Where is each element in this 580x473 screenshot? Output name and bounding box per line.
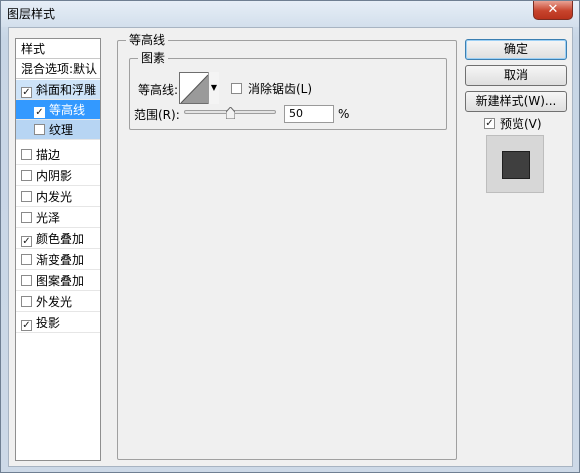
- checkbox-inner-glow[interactable]: [21, 191, 32, 202]
- checkbox-gradient-overlay[interactable]: [21, 254, 32, 265]
- cancel-button[interactable]: 取消: [465, 65, 567, 86]
- preview-thumbnail: [486, 135, 544, 193]
- style-item-satin[interactable]: 光泽: [16, 208, 100, 228]
- checkbox-texture[interactable]: [34, 124, 45, 135]
- preview-swatch: [502, 151, 530, 179]
- contour-label: 等高线:: [138, 83, 179, 97]
- range-label: 范围(R):: [134, 108, 180, 122]
- ok-button[interactable]: 确定: [465, 39, 567, 60]
- blend-options-item[interactable]: 混合选项:默认: [16, 59, 100, 79]
- checkbox-contour[interactable]: ✓: [34, 107, 45, 118]
- checkbox-inner-shadow[interactable]: [21, 170, 32, 181]
- antialias-label: 消除锯齿(L): [248, 82, 313, 96]
- contour-dropdown-button[interactable]: ▼: [208, 72, 219, 104]
- antialias-checkbox[interactable]: [231, 83, 242, 94]
- style-item-inner-glow[interactable]: 内发光: [16, 187, 100, 207]
- style-item-color-overlay[interactable]: ✓ 颜色叠加: [16, 229, 100, 249]
- dropdown-arrow-icon: ▼: [210, 83, 218, 92]
- elements-group-title: 图素: [138, 51, 169, 65]
- style-item-texture[interactable]: 纹理: [16, 120, 100, 140]
- preview-checkbox[interactable]: ✓: [484, 118, 495, 129]
- title-bar: 图层样式 ✕: [1, 1, 579, 27]
- style-item-stroke[interactable]: 描边: [16, 145, 100, 165]
- range-slider-thumb[interactable]: [225, 107, 235, 119]
- style-item-bevel-emboss[interactable]: ✓ 斜面和浮雕: [16, 80, 100, 100]
- style-item-contour[interactable]: ✓ 等高线: [16, 100, 100, 120]
- contour-group-title: 等高线: [126, 33, 169, 47]
- checkbox-color-overlay[interactable]: ✓: [21, 236, 32, 247]
- checkbox-drop-shadow[interactable]: ✓: [21, 320, 32, 331]
- style-item-inner-shadow[interactable]: 内阴影: [16, 166, 100, 186]
- checkbox-outer-glow[interactable]: [21, 296, 32, 307]
- window-title: 图层样式: [7, 7, 56, 21]
- styles-list: 样式 混合选项:默认 ✓ 斜面和浮雕 ✓ 等高线 纹理 描边 内阴影 内发光 光…: [15, 38, 101, 461]
- range-input[interactable]: 50: [284, 105, 334, 123]
- checkbox-satin[interactable]: [21, 212, 32, 223]
- close-icon: ✕: [547, 2, 559, 17]
- preview-label: 预览(V): [500, 117, 542, 131]
- style-item-outer-glow[interactable]: 外发光: [16, 292, 100, 312]
- new-style-button[interactable]: 新建样式(W)...: [465, 91, 567, 112]
- range-unit: %: [338, 107, 350, 121]
- checkbox-pattern-overlay[interactable]: [21, 275, 32, 286]
- close-button[interactable]: ✕: [533, 1, 573, 20]
- styles-header[interactable]: 样式: [16, 39, 100, 59]
- style-item-drop-shadow[interactable]: ✓ 投影: [16, 313, 100, 333]
- checkbox-stroke[interactable]: [21, 149, 32, 160]
- style-item-gradient-overlay[interactable]: 渐变叠加: [16, 250, 100, 270]
- layer-style-dialog: 图层样式 ✕ 样式 混合选项:默认 ✓ 斜面和浮雕 ✓ 等高线 纹理 描边 内阴…: [0, 0, 580, 473]
- style-item-pattern-overlay[interactable]: 图案叠加: [16, 271, 100, 291]
- checkbox-bevel-emboss[interactable]: ✓: [21, 87, 32, 98]
